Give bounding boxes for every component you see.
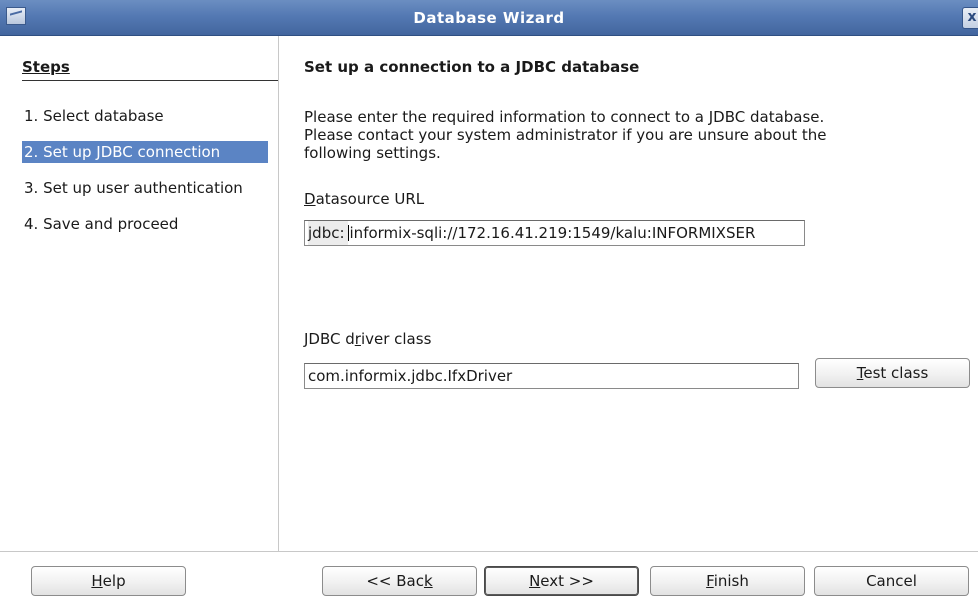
back-button[interactable]: << Back [322,566,477,596]
mnemonic-d: D [304,190,316,208]
button-bar: Help << Back Next >> Finish Cancel [0,551,978,606]
step-save-and-proceed[interactable]: 4. Save and proceed [22,213,268,235]
label-part: JDBC d [304,330,355,348]
step-setup-user-authentication[interactable]: 3. Set up user authentication [22,177,268,199]
step-select-database[interactable]: 1. Select database [22,105,268,127]
mnemonic-f: F [706,572,714,590]
help-button[interactable]: Help [31,566,186,596]
next-button[interactable]: Next >> [484,566,639,596]
description-line: following settings. [304,144,441,162]
mnemonic-k: k [423,572,433,590]
jdbc-driver-class-field[interactable]: com.informix.jdbc.IfxDriver [304,363,799,389]
button-label: << Bac [366,572,424,590]
button-label: inish [713,572,749,590]
mnemonic-h: H [91,572,103,590]
steps-heading: Steps [22,58,278,81]
url-value: informix-sqli://172.16.41.219:1549/kalu:… [349,224,756,242]
title-bar[interactable]: Database Wizard x [0,0,978,36]
steps-panel: Steps 1. Select database 2. Set up JDBC … [0,36,279,551]
page-title: Set up a connection to a JDBC database [304,58,640,76]
driver-value: com.informix.jdbc.IfxDriver [308,367,513,385]
description-line: Please contact your system administrator… [304,126,827,144]
url-prefix: jdbc: [308,221,348,245]
text-caret [347,225,349,241]
test-class-button[interactable]: Test class [815,358,970,388]
database-wizard-window: Database Wizard x Steps 1. Select databa… [0,0,978,606]
button-label: elp [102,572,126,590]
close-icon[interactable]: x [962,7,978,29]
step-setup-jdbc-connection[interactable]: 2. Set up JDBC connection [22,141,268,163]
description-line: Please enter the required information to… [304,108,825,126]
button-label: est class [863,364,929,382]
datasource-url-label: Datasource URL [304,190,424,208]
content-panel: Set up a connection to a JDBC database P… [280,36,978,551]
mnemonic-n: N [529,572,541,590]
window-title: Database Wizard [413,9,565,27]
label-rest: atasource URL [315,190,425,208]
label-part: iver class [360,330,432,348]
datasource-url-field[interactable]: jdbc: informix-sqli://172.16.41.219:1549/… [304,220,805,246]
finish-button[interactable]: Finish [650,566,805,596]
description-text: Please enter the required information to… [304,108,944,162]
cancel-button[interactable]: Cancel [814,566,969,596]
button-label: ext >> [540,572,594,590]
jdbc-driver-class-label: JDBC driver class [304,330,431,348]
